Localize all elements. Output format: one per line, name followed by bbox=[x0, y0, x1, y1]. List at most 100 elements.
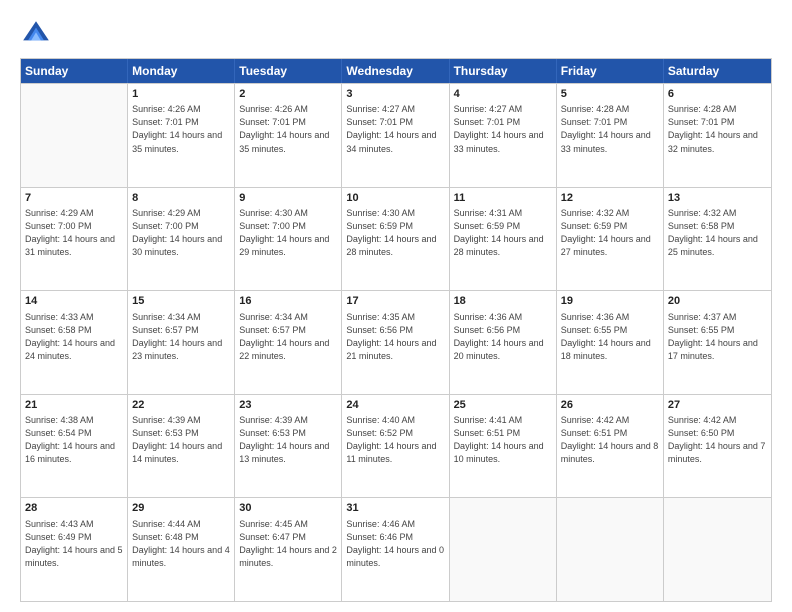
cal-cell: 23Sunrise: 4:39 AMSunset: 6:53 PMDayligh… bbox=[235, 395, 342, 498]
cell-info: Sunrise: 4:29 AMSunset: 7:00 PMDaylight:… bbox=[132, 207, 230, 259]
logo-icon bbox=[20, 18, 52, 50]
day-number: 23 bbox=[239, 398, 337, 413]
cal-cell: 15Sunrise: 4:34 AMSunset: 6:57 PMDayligh… bbox=[128, 291, 235, 394]
cal-cell: 19 Sunrise: 4:36 AMSunset: 6:55 PMDayligh… bbox=[557, 291, 664, 394]
cal-cell: 29Sunrise: 4:44 AMSunset: 6:48 PMDayligh… bbox=[128, 498, 235, 601]
day-number: 30 bbox=[239, 501, 337, 516]
cell-info: Sunrise: 4:34 AMSunset: 6:57 PMDaylight:… bbox=[239, 311, 337, 363]
cal-cell: 13Sunrise: 4:32 AMSunset: 6:58 PMDayligh… bbox=[664, 188, 771, 291]
cell-info: Sunrise: 4:36 AMSunset: 6:56 PMDaylight:… bbox=[454, 311, 552, 363]
cell-info: Sunrise: 4:45 AMSunset: 6:47 PMDaylight:… bbox=[239, 518, 337, 570]
cal-cell: 26Sunrise: 4:42 AMSunset: 6:51 PMDayligh… bbox=[557, 395, 664, 498]
day-number: 20 bbox=[668, 294, 767, 309]
cell-info: Sunrise: 4:38 AMSunset: 6:54 PMDaylight:… bbox=[25, 414, 123, 466]
day-number: 11 bbox=[454, 191, 552, 206]
cal-cell: 27Sunrise: 4:42 AMSunset: 6:50 PMDayligh… bbox=[664, 395, 771, 498]
day-number: 6 bbox=[668, 87, 767, 102]
cell-info: Sunrise: 4:30 AMSunset: 6:59 PMDaylight:… bbox=[346, 207, 444, 259]
cal-cell bbox=[21, 84, 128, 187]
page: SundayMondayTuesdayWednesdayThursdayFrid… bbox=[0, 0, 792, 612]
cal-row: 1Sunrise: 4:26 AMSunset: 7:01 PMDaylight… bbox=[21, 83, 771, 187]
cal-day-header: Friday bbox=[557, 59, 664, 83]
day-number: 29 bbox=[132, 501, 230, 516]
cell-info: Sunrise: 4:36 AMSunset: 6:55 PMDaylight:… bbox=[561, 311, 659, 363]
cal-cell: 2Sunrise: 4:26 AMSunset: 7:01 PMDaylight… bbox=[235, 84, 342, 187]
cal-cell bbox=[557, 498, 664, 601]
cal-cell: 12Sunrise: 4:32 AMSunset: 6:59 PMDayligh… bbox=[557, 188, 664, 291]
cal-day-header: Saturday bbox=[664, 59, 771, 83]
day-number: 12 bbox=[561, 191, 659, 206]
day-number: 5 bbox=[561, 87, 659, 102]
cal-day-header: Sunday bbox=[21, 59, 128, 83]
cal-row: 14Sunrise: 4:33 AMSunset: 6:58 PMDayligh… bbox=[21, 290, 771, 394]
cal-day-header: Thursday bbox=[450, 59, 557, 83]
cell-info: Sunrise: 4:29 AMSunset: 7:00 PMDaylight:… bbox=[25, 207, 123, 259]
day-number: 16 bbox=[239, 294, 337, 309]
day-number: 3 bbox=[346, 87, 444, 102]
day-number: 2 bbox=[239, 87, 337, 102]
calendar-header: SundayMondayTuesdayWednesdayThursdayFrid… bbox=[21, 59, 771, 83]
cal-cell: 17Sunrise: 4:35 AMSunset: 6:56 PMDayligh… bbox=[342, 291, 449, 394]
day-number: 7 bbox=[25, 191, 123, 206]
cell-info: Sunrise: 4:42 AMSunset: 6:51 PMDaylight:… bbox=[561, 414, 659, 466]
cal-cell: 21Sunrise: 4:38 AMSunset: 6:54 PMDayligh… bbox=[21, 395, 128, 498]
cal-cell: 10Sunrise: 4:30 AMSunset: 6:59 PMDayligh… bbox=[342, 188, 449, 291]
cell-info: Sunrise: 4:46 AMSunset: 6:46 PMDaylight:… bbox=[346, 518, 444, 570]
cell-info: Sunrise: 4:39 AMSunset: 6:53 PMDaylight:… bbox=[132, 414, 230, 466]
day-number: 17 bbox=[346, 294, 444, 309]
cal-cell: 25Sunrise: 4:41 AMSunset: 6:51 PMDayligh… bbox=[450, 395, 557, 498]
cal-cell: 4Sunrise: 4:27 AMSunset: 7:01 PMDaylight… bbox=[450, 84, 557, 187]
cal-cell: 11Sunrise: 4:31 AMSunset: 6:59 PMDayligh… bbox=[450, 188, 557, 291]
cal-cell: 1Sunrise: 4:26 AMSunset: 7:01 PMDaylight… bbox=[128, 84, 235, 187]
cal-cell: 14Sunrise: 4:33 AMSunset: 6:58 PMDayligh… bbox=[21, 291, 128, 394]
cal-cell: 3Sunrise: 4:27 AMSunset: 7:01 PMDaylight… bbox=[342, 84, 449, 187]
day-number: 9 bbox=[239, 191, 337, 206]
cal-day-header: Tuesday bbox=[235, 59, 342, 83]
cell-info: Sunrise: 4:26 AMSunset: 7:01 PMDaylight:… bbox=[239, 103, 337, 155]
cell-info: Sunrise: 4:31 AMSunset: 6:59 PMDaylight:… bbox=[454, 207, 552, 259]
cal-cell: 6Sunrise: 4:28 AMSunset: 7:01 PMDaylight… bbox=[664, 84, 771, 187]
day-number: 26 bbox=[561, 398, 659, 413]
day-number: 8 bbox=[132, 191, 230, 206]
cal-day-header: Wednesday bbox=[342, 59, 449, 83]
cal-row: 28 Sunrise: 4:43 AMSunset: 6:49 PMDayligh… bbox=[21, 497, 771, 601]
day-number: 13 bbox=[668, 191, 767, 206]
cell-info: Sunrise: 4:26 AMSunset: 7:01 PMDaylight:… bbox=[132, 103, 230, 155]
cal-cell: 8Sunrise: 4:29 AMSunset: 7:00 PMDaylight… bbox=[128, 188, 235, 291]
day-number: 18 bbox=[454, 294, 552, 309]
day-number: 31 bbox=[346, 501, 444, 516]
logo bbox=[20, 18, 56, 50]
day-number: 14 bbox=[25, 294, 123, 309]
header bbox=[20, 18, 772, 50]
cell-info: Sunrise: 4:32 AMSunset: 6:58 PMDaylight:… bbox=[668, 207, 767, 259]
cal-cell: 7Sunrise: 4:29 AMSunset: 7:00 PMDaylight… bbox=[21, 188, 128, 291]
calendar: SundayMondayTuesdayWednesdayThursdayFrid… bbox=[20, 58, 772, 602]
cal-row: 7Sunrise: 4:29 AMSunset: 7:00 PMDaylight… bbox=[21, 187, 771, 291]
cal-cell: 18 Sunrise: 4:36 AMSunset: 6:56 PMDayligh… bbox=[450, 291, 557, 394]
cal-cell bbox=[450, 498, 557, 601]
day-number: 19 bbox=[561, 294, 659, 309]
cal-cell: 24Sunrise: 4:40 AMSunset: 6:52 PMDayligh… bbox=[342, 395, 449, 498]
cal-cell: 20 Sunrise: 4:37 AMSunset: 6:55 PMDayligh… bbox=[664, 291, 771, 394]
cal-cell: 30 Sunrise: 4:45 AMSunset: 6:47 PMDayligh… bbox=[235, 498, 342, 601]
day-number: 21 bbox=[25, 398, 123, 413]
day-number: 28 bbox=[25, 501, 123, 516]
day-number: 25 bbox=[454, 398, 552, 413]
cell-info: Sunrise: 4:27 AMSunset: 7:01 PMDaylight:… bbox=[346, 103, 444, 155]
cell-info: Sunrise: 4:41 AMSunset: 6:51 PMDaylight:… bbox=[454, 414, 552, 466]
cell-info: Sunrise: 4:43 AMSunset: 6:49 PMDaylight:… bbox=[25, 518, 123, 570]
cal-cell bbox=[664, 498, 771, 601]
cal-cell: 28 Sunrise: 4:43 AMSunset: 6:49 PMDayligh… bbox=[21, 498, 128, 601]
day-number: 10 bbox=[346, 191, 444, 206]
cal-day-header: Monday bbox=[128, 59, 235, 83]
cell-info: Sunrise: 4:40 AMSunset: 6:52 PMDaylight:… bbox=[346, 414, 444, 466]
cal-row: 21Sunrise: 4:38 AMSunset: 6:54 PMDayligh… bbox=[21, 394, 771, 498]
cell-info: Sunrise: 4:28 AMSunset: 7:01 PMDaylight:… bbox=[561, 103, 659, 155]
calendar-body: 1Sunrise: 4:26 AMSunset: 7:01 PMDaylight… bbox=[21, 83, 771, 601]
cell-info: Sunrise: 4:37 AMSunset: 6:55 PMDaylight:… bbox=[668, 311, 767, 363]
cal-cell: 5Sunrise: 4:28 AMSunset: 7:01 PMDaylight… bbox=[557, 84, 664, 187]
cal-cell: 16 Sunrise: 4:34 AMSunset: 6:57 PMDayligh… bbox=[235, 291, 342, 394]
cell-info: Sunrise: 4:27 AMSunset: 7:01 PMDaylight:… bbox=[454, 103, 552, 155]
day-number: 22 bbox=[132, 398, 230, 413]
cell-info: Sunrise: 4:39 AMSunset: 6:53 PMDaylight:… bbox=[239, 414, 337, 466]
